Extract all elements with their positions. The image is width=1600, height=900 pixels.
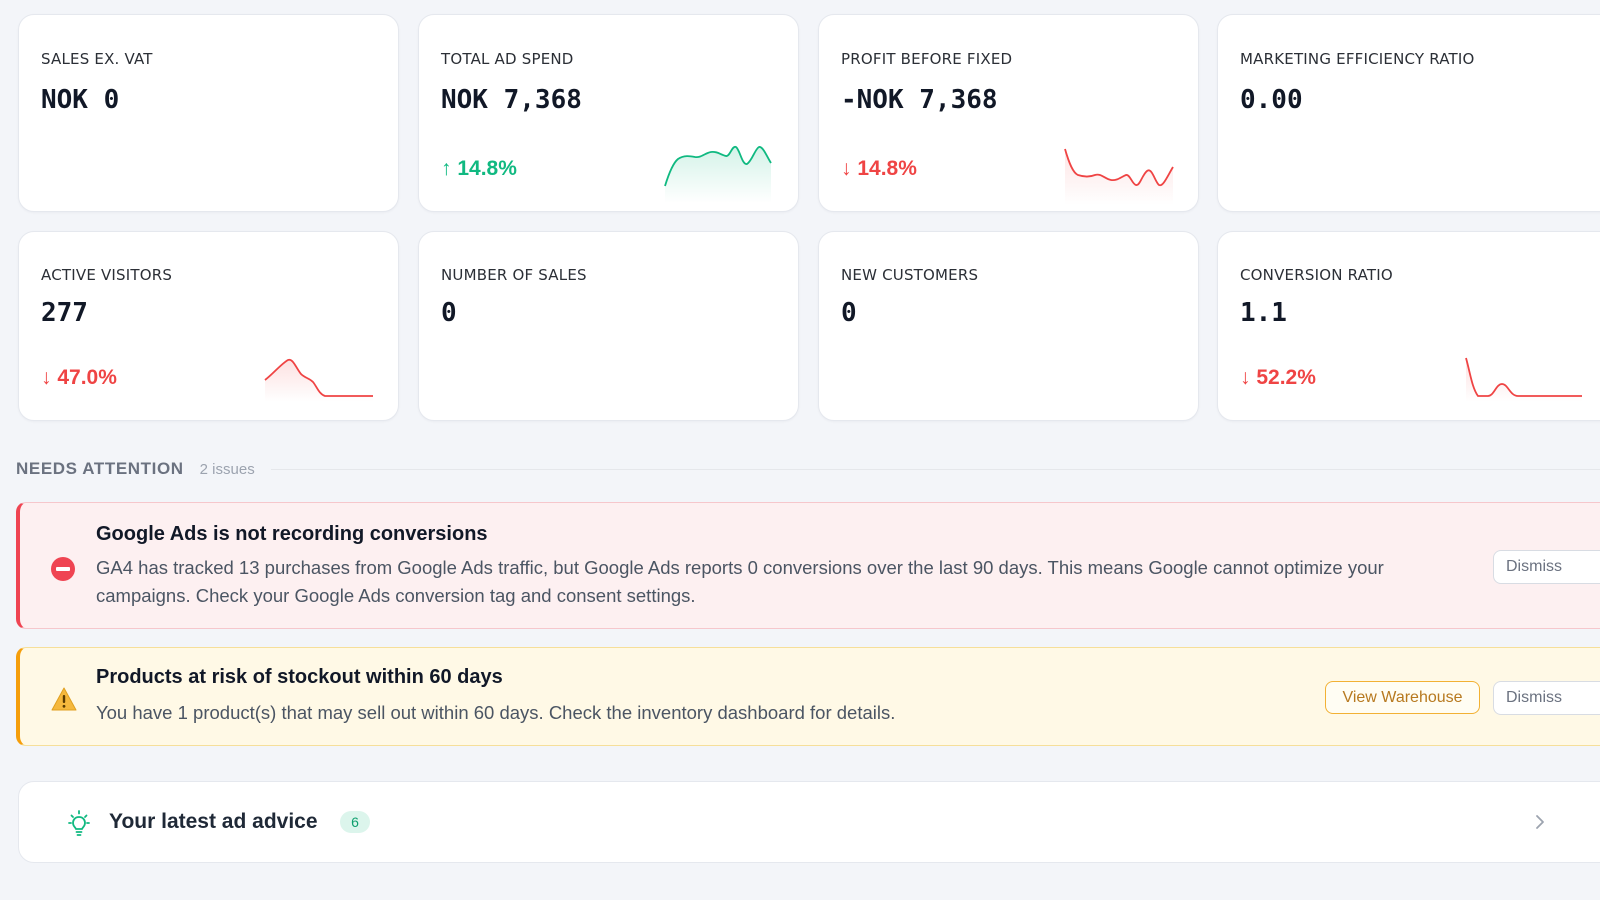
metric-card-active-visitors: ACTIVE VISITORS 277 ↓ 47.0% [18,231,399,421]
alert-stockout-risk: Products at risk of stockout within 60 d… [16,647,1600,746]
sparkline-chart [1465,357,1582,402]
dismiss-button[interactable]: Dismiss [1493,550,1600,584]
metric-label: ACTIVE VISITORS [41,266,173,284]
chevron-right-icon [1534,813,1546,835]
metric-card-new-customers: NEW CUSTOMERS 0 [818,231,1199,421]
metric-change: ↓ 52.2% [1240,366,1316,389]
metric-card-conversion-ratio: CONVERSION RATIO 1.1 ↓ 52.2% [1217,231,1600,421]
sparkline-chart [1064,148,1174,205]
metric-value: -NOK 7,368 [841,85,998,115]
alert-google-ads-conversions: Google Ads is not recording conversions … [16,502,1600,629]
metric-value: NOK 7,368 [441,85,582,115]
alert-body: GA4 has tracked 13 purchases from Google… [96,557,1384,606]
metric-value: 0 [841,298,857,328]
ad-advice-row[interactable]: Your latest ad advice 6 [18,781,1600,863]
advice-title: Your latest ad advice [109,810,318,833]
metric-change: ↑ 14.8% [441,157,517,180]
sparkline-chart [264,358,373,402]
metric-card-marketing-efficiency-ratio: MARKETING EFFICIENCY RATIO 0.00 [1217,14,1600,212]
warning-icon [50,686,78,716]
view-warehouse-button[interactable]: View Warehouse [1325,681,1480,714]
alert-title: Products at risk of stockout within 60 d… [96,666,503,688]
metric-card-number-of-sales: NUMBER OF SALES 0 [418,231,799,421]
alert-body: You have 1 product(s) that may sell out … [96,702,896,723]
sparkline-chart [664,145,772,203]
metric-value: 0 [441,298,457,328]
dashboard: SALES EX. VAT NOK 0 TOTAL AD SPEND NOK 7… [0,0,1600,900]
divider [270,468,1600,470]
metric-label: CONVERSION RATIO [1240,266,1393,284]
metric-label: MARKETING EFFICIENCY RATIO [1240,50,1475,68]
issue-count: 2 issues [199,460,255,478]
metric-label: PROFIT BEFORE FIXED [841,50,1013,68]
metric-label: TOTAL AD SPEND [441,50,574,68]
needs-attention-header: NEEDS ATTENTION 2 issues [16,458,1600,480]
section-title: NEEDS ATTENTION [16,459,184,478]
metric-change: ↓ 14.8% [841,157,917,180]
metric-value: 277 [41,298,88,328]
metric-label: SALES EX. VAT [41,50,153,68]
metric-card-profit-before-fixed: PROFIT BEFORE FIXED -NOK 7,368 ↓ 14.8% [818,14,1199,212]
dismiss-button[interactable]: Dismiss [1493,681,1600,715]
metric-change: ↓ 47.0% [41,366,117,389]
metric-card-total-ad-spend: TOTAL AD SPEND NOK 7,368 ↑ 14.8% [418,14,799,212]
metric-card-sales-ex-vat: SALES EX. VAT NOK 0 [18,14,399,212]
metric-label: NUMBER OF SALES [441,266,587,284]
advice-count-badge: 6 [340,811,370,833]
lightbulb-icon [66,810,92,842]
alert-title: Google Ads is not recording conversions [96,523,488,545]
error-icon [50,556,76,586]
metric-label: NEW CUSTOMERS [841,266,979,284]
metric-value: 1.1 [1240,298,1287,328]
metric-value: 0.00 [1240,85,1303,115]
metric-value: NOK 0 [41,85,120,115]
